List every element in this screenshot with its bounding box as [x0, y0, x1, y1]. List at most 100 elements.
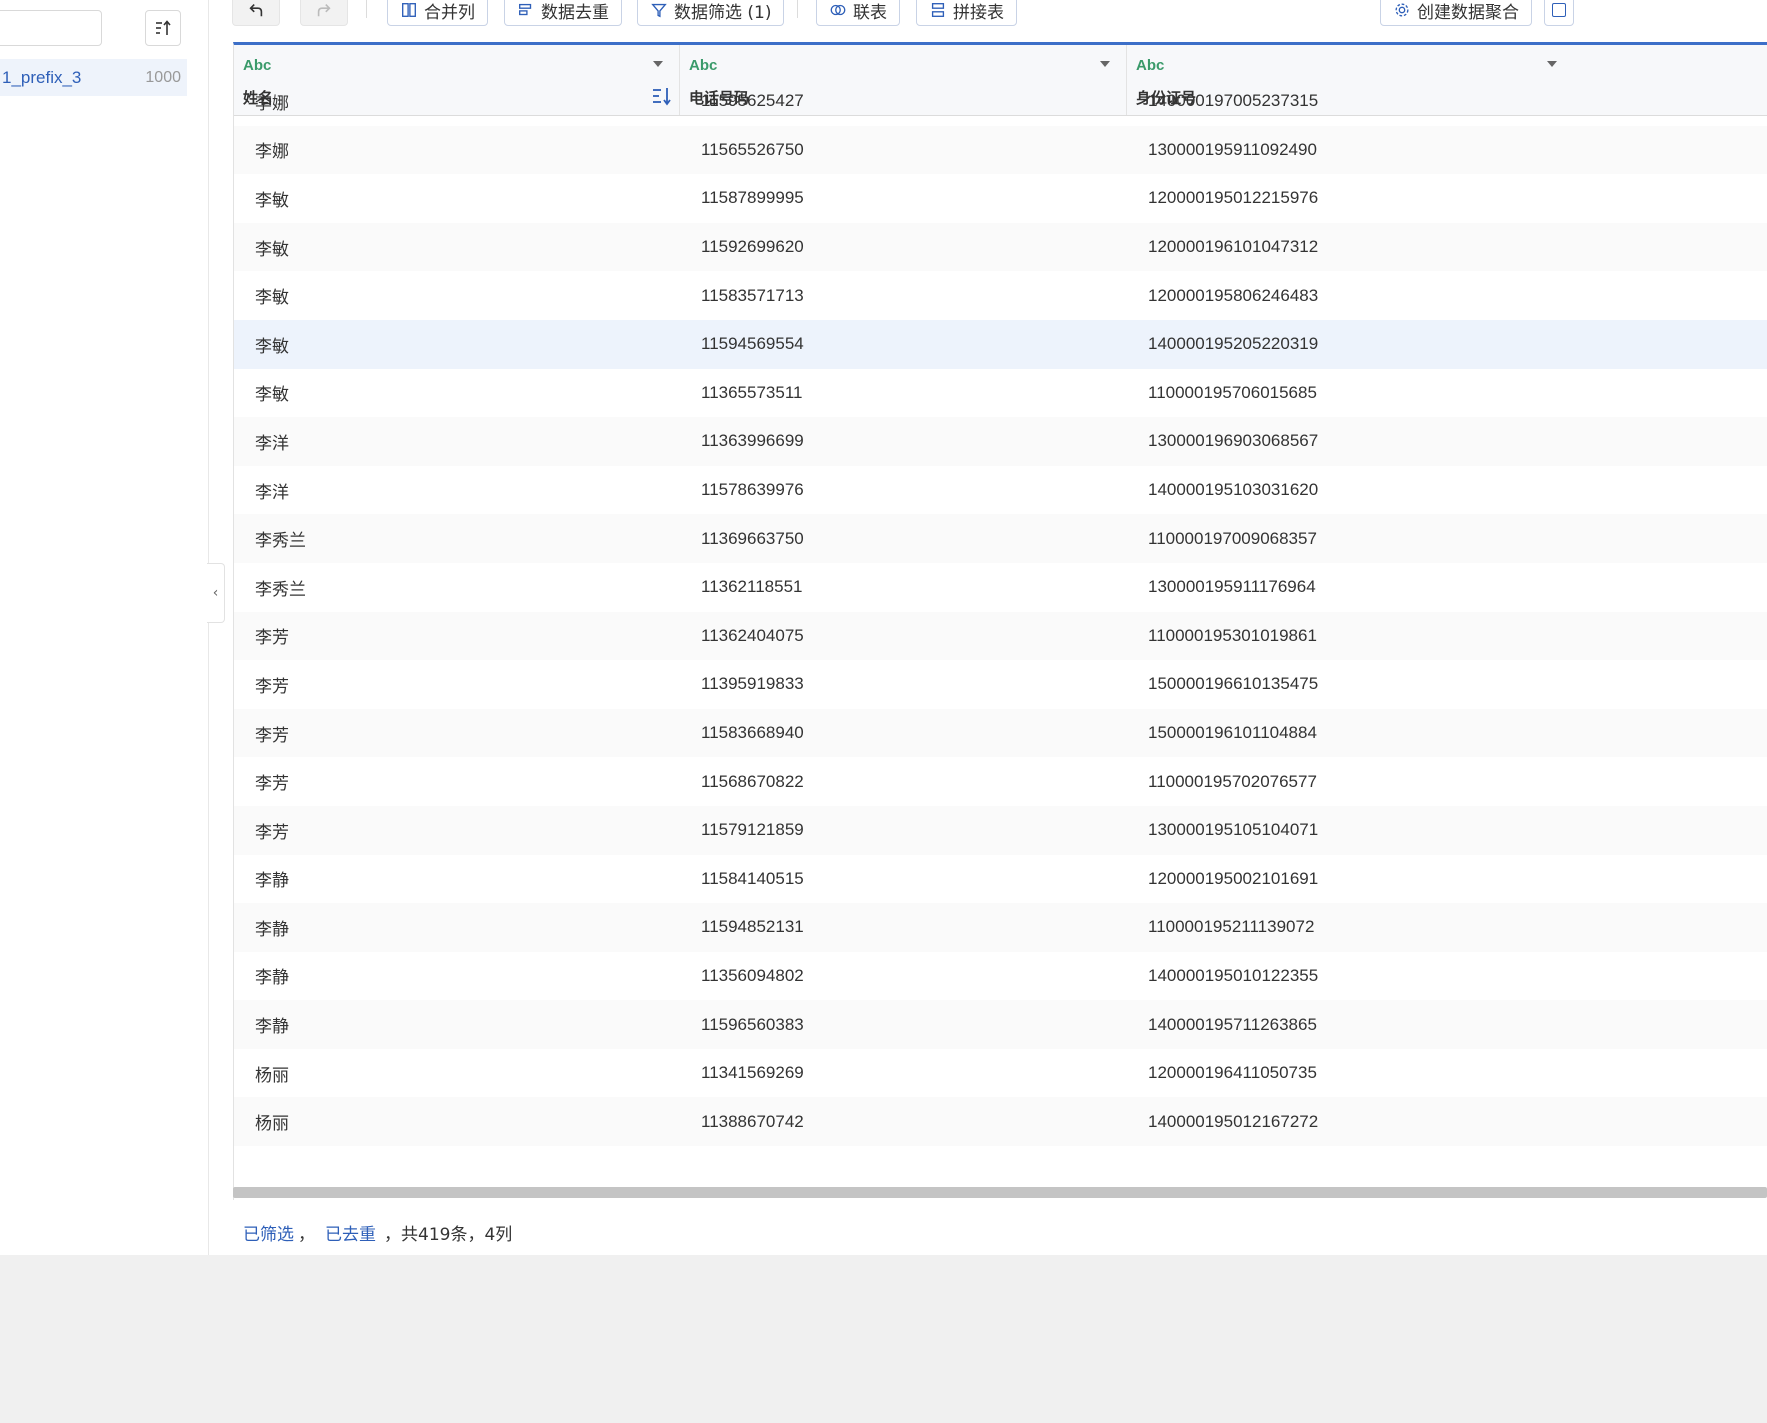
- cell-name[interactable]: 李秀兰: [255, 563, 306, 612]
- table-row[interactable]: 李静 11356094802 140000195010122355: [234, 952, 1767, 1001]
- more-actions-button[interactable]: [1544, 0, 1574, 26]
- cell-id-number[interactable]: 130000195911176964: [1148, 563, 1316, 612]
- cell-id-number[interactable]: 140000195012167272: [1148, 1097, 1318, 1146]
- table-row[interactable]: 李芳 11395919833 150000196610135475: [234, 660, 1767, 709]
- cell-name[interactable]: 李芳: [255, 709, 289, 758]
- filtered-link[interactable]: 已筛选: [243, 1220, 294, 1245]
- cell-phone[interactable]: 11395919833: [701, 660, 804, 709]
- table-row[interactable]: 李芳 11568670822 110000195702076577: [234, 757, 1767, 806]
- create-aggregate-button[interactable]: 创建数据聚合: [1380, 0, 1532, 26]
- cell-id-number[interactable]: 140000195010122355: [1148, 952, 1318, 1001]
- cell-id-number[interactable]: 110000195702076577: [1148, 757, 1317, 806]
- cell-id-number[interactable]: 130000196903068567: [1148, 417, 1318, 466]
- table-list-item[interactable]: 1_prefix_3 1000: [0, 59, 187, 96]
- table-row[interactable]: 李秀兰 11362118551 130000195911176964: [234, 563, 1767, 612]
- table-row[interactable]: 李娜 11565526750 130000195911092490: [234, 125, 1767, 175]
- redo-button[interactable]: [300, 0, 348, 26]
- cell-name[interactable]: 李敏: [255, 320, 289, 369]
- table-row[interactable]: 李芳 11583668940 150000196101104884: [234, 708, 1767, 758]
- cell-name[interactable]: 李芳: [255, 757, 289, 806]
- cell-phone[interactable]: 11587899995: [701, 174, 804, 223]
- cell-phone[interactable]: 11592699620: [701, 223, 804, 272]
- table-row[interactable]: 李敏 11583571713 120000195806246483: [234, 271, 1767, 320]
- cell-id-number[interactable]: 150000196610135475: [1148, 660, 1318, 709]
- cell-phone[interactable]: 11568670822: [701, 757, 804, 806]
- cell-id-number[interactable]: 130000195105104071: [1148, 806, 1318, 855]
- table-row[interactable]: 李敏 11587899995 120000195012215976: [234, 174, 1767, 223]
- cell-name[interactable]: 李敏: [255, 174, 289, 223]
- cell-phone[interactable]: 11369663750: [701, 514, 804, 563]
- cell-phone[interactable]: 11595625427: [701, 77, 804, 126]
- concat-table-button[interactable]: 拼接表: [916, 0, 1017, 26]
- cell-phone[interactable]: 11583668940: [701, 709, 804, 758]
- cell-id-number[interactable]: 150000196101104884: [1148, 709, 1317, 758]
- table-row[interactable]: 李静 11596560383 140000195711263865: [234, 1000, 1767, 1049]
- cell-name[interactable]: 李洋: [255, 466, 289, 515]
- cell-name[interactable]: 李芳: [255, 660, 289, 709]
- cell-phone[interactable]: 11362404075: [701, 612, 804, 661]
- table-row[interactable]: 李芳 11579121859 130000195105104071: [234, 805, 1767, 855]
- cell-id-number[interactable]: 110000195706015685: [1148, 369, 1317, 418]
- table-row[interactable]: 李洋 11578639976 140000195103031620: [234, 466, 1767, 515]
- cell-name[interactable]: 杨丽: [255, 1049, 289, 1098]
- cell-id-number[interactable]: 110000195301019861: [1148, 612, 1317, 661]
- cell-phone[interactable]: 11596560383: [701, 1000, 804, 1049]
- column-menu-caret-icon[interactable]: [1547, 61, 1557, 67]
- cell-phone[interactable]: 11362118551: [701, 563, 802, 612]
- cell-name[interactable]: 李芳: [255, 612, 289, 661]
- table-row[interactable]: 杨丽 11388670742 140000195012167272: [234, 1097, 1767, 1147]
- cell-id-number[interactable]: 120000195002101691: [1148, 855, 1318, 904]
- cell-name[interactable]: 李静: [255, 855, 289, 904]
- table-row[interactable]: 李秀兰 11369663750 110000197009068357: [234, 514, 1767, 563]
- undo-button[interactable]: [232, 0, 280, 26]
- table-row[interactable]: 李敏 11365573511 110000195706015685: [234, 369, 1767, 418]
- cell-phone[interactable]: 11583571713: [701, 271, 804, 320]
- table-search-input[interactable]: [0, 10, 102, 46]
- join-table-button[interactable]: 联表: [816, 0, 900, 26]
- cell-phone[interactable]: 11388670742: [701, 1097, 804, 1146]
- cell-phone[interactable]: 11594569554: [701, 320, 804, 369]
- cell-phone[interactable]: 11565526750: [701, 126, 804, 175]
- cell-id-number[interactable]: 140000195205220319: [1148, 320, 1318, 369]
- cell-id-number[interactable]: 140000197005237315: [1148, 77, 1318, 126]
- cell-id-number[interactable]: 140000195103031620: [1148, 466, 1318, 515]
- cell-id-number[interactable]: 130000195911092490: [1148, 126, 1317, 175]
- cell-phone[interactable]: 11341569269: [701, 1049, 804, 1098]
- table-row[interactable]: 李芳 11362404075 110000195301019861: [234, 611, 1767, 661]
- cell-name[interactable]: 李敏: [255, 369, 289, 418]
- cell-name[interactable]: 李敏: [255, 223, 289, 272]
- cell-name[interactable]: 杨丽: [255, 1097, 289, 1146]
- cell-id-number[interactable]: 120000196101047312: [1148, 223, 1318, 272]
- cell-name[interactable]: 李娜: [255, 77, 289, 126]
- column-menu-caret-icon[interactable]: [1100, 61, 1110, 67]
- cell-phone[interactable]: 11594852131: [701, 903, 804, 952]
- cell-name[interactable]: 李秀兰: [255, 514, 306, 563]
- sort-tables-button[interactable]: [145, 10, 181, 46]
- cell-id-number[interactable]: 120000195012215976: [1148, 174, 1318, 223]
- table-row[interactable]: 李静 11594852131 110000195211139072: [234, 903, 1767, 952]
- cell-id-number[interactable]: 120000196411050735: [1148, 1049, 1317, 1098]
- cell-name[interactable]: 李静: [255, 903, 289, 952]
- merge-columns-button[interactable]: 合并列: [387, 0, 488, 26]
- cell-phone[interactable]: 11363996699: [701, 417, 804, 466]
- table-row[interactable]: 李敏 11594569554 140000195205220319: [234, 319, 1767, 369]
- cell-id-number[interactable]: 140000195711263865: [1148, 1000, 1317, 1049]
- cell-name[interactable]: 李静: [255, 952, 289, 1001]
- cell-phone[interactable]: 11365573511: [701, 369, 802, 418]
- table-row[interactable]: 李敏 11592699620 120000196101047312: [234, 222, 1767, 272]
- deduped-link[interactable]: 已去重: [325, 1220, 376, 1245]
- cell-phone[interactable]: 11584140515: [701, 855, 804, 904]
- cell-id-number[interactable]: 110000197009068357: [1148, 514, 1317, 563]
- cell-name[interactable]: 李静: [255, 1000, 289, 1049]
- cell-id-number[interactable]: 120000195806246483: [1148, 271, 1318, 320]
- cell-phone[interactable]: 11579121859: [701, 806, 804, 855]
- column-menu-caret-icon[interactable]: [653, 61, 663, 67]
- cell-name[interactable]: 李娜: [255, 126, 289, 175]
- table-row[interactable]: 李洋 11363996699 130000196903068567: [234, 417, 1767, 466]
- cell-name[interactable]: 李洋: [255, 417, 289, 466]
- cell-name[interactable]: 李芳: [255, 806, 289, 855]
- horizontal-scrollbar[interactable]: [233, 1187, 1767, 1198]
- cell-phone[interactable]: 11578639976: [701, 466, 804, 515]
- cell-id-number[interactable]: 110000195211139072: [1148, 903, 1314, 952]
- cell-name[interactable]: 李敏: [255, 271, 289, 320]
